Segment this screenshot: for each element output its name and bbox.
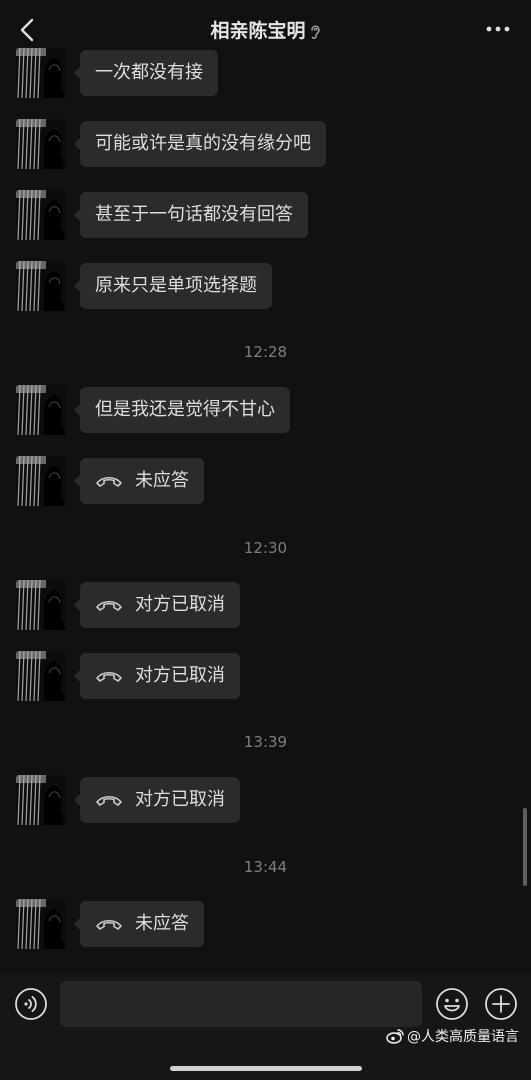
- message-text: 甚至于一句话都没有回答: [95, 204, 293, 225]
- more-actions-button[interactable]: [484, 987, 518, 1021]
- call-record-bubble[interactable]: 对方已取消: [74, 582, 240, 630]
- more-dots-icon: [486, 26, 510, 32]
- message-text: 对方已取消: [135, 594, 225, 615]
- avatar[interactable]: [16, 899, 66, 949]
- message-input[interactable]: [60, 981, 422, 1027]
- phone-hangup-icon: [95, 655, 123, 701]
- message-text: 可能或许是真的没有缘分吧: [95, 133, 311, 154]
- avatar[interactable]: [16, 261, 66, 311]
- timestamp: 12:30: [243, 539, 288, 557]
- chat-title-wrap[interactable]: 相亲陈宝明: [0, 16, 531, 45]
- timestamp: 13:44: [243, 858, 288, 876]
- message-bubble[interactable]: 但是我还是觉得不甘心: [74, 387, 290, 433]
- avatar[interactable]: [16, 385, 66, 435]
- watermark: @人类高质量语言: [386, 1026, 519, 1048]
- call-record-bubble[interactable]: 未应答: [74, 458, 204, 506]
- phone-hangup-icon: [95, 460, 123, 506]
- message-bubble[interactable]: 甚至于一句话都没有回答: [74, 192, 308, 238]
- message-text: 未应答: [135, 913, 189, 934]
- phone-hangup-icon: [95, 584, 123, 630]
- phone-hangup-icon: [95, 903, 123, 949]
- call-record-bubble[interactable]: 未应答: [74, 901, 204, 949]
- voice-icon: [15, 988, 47, 1020]
- home-indicator: [170, 1066, 362, 1071]
- more-button[interactable]: [485, 19, 511, 39]
- avatar[interactable]: [16, 190, 66, 240]
- message-bubble[interactable]: 可能或许是真的没有缘分吧: [74, 121, 326, 167]
- input-bar: @人类高质量语言: [0, 972, 531, 1080]
- avatar[interactable]: [16, 651, 66, 701]
- chat-title: 相亲陈宝明: [210, 20, 306, 42]
- message-bubble[interactable]: 一次都没有接: [74, 50, 218, 96]
- message-text: 一次都没有接: [95, 62, 203, 83]
- message-text: 对方已取消: [135, 665, 225, 686]
- phone-hangup-icon: [95, 779, 123, 825]
- call-record-bubble[interactable]: 对方已取消: [74, 777, 240, 825]
- ear-icon: [309, 22, 321, 45]
- timestamp: 13:39: [243, 733, 288, 751]
- avatar[interactable]: [16, 456, 66, 506]
- message-text: 对方已取消: [135, 789, 225, 810]
- voice-button[interactable]: [14, 987, 48, 1021]
- message-text: 但是我还是觉得不甘心: [95, 399, 275, 420]
- avatar[interactable]: [16, 119, 66, 169]
- message-text: 原来只是单项选择题: [95, 275, 257, 296]
- avatar[interactable]: [16, 775, 66, 825]
- emoji-button[interactable]: [435, 987, 469, 1021]
- watermark-text: @人类高质量语言: [407, 1029, 519, 1045]
- weibo-icon: [386, 1028, 404, 1048]
- message-text: 未应答: [135, 470, 189, 491]
- avatar[interactable]: [16, 580, 66, 630]
- plus-icon: [485, 988, 517, 1020]
- message-bubble[interactable]: 原来只是单项选择题: [74, 263, 272, 309]
- chat-header: 相亲陈宝明: [0, 0, 531, 60]
- call-record-bubble[interactable]: 对方已取消: [74, 653, 240, 701]
- timestamp: 12:28: [243, 343, 288, 361]
- avatar[interactable]: [16, 48, 66, 98]
- emoji-icon: [436, 988, 468, 1020]
- scrollbar[interactable]: [523, 808, 527, 886]
